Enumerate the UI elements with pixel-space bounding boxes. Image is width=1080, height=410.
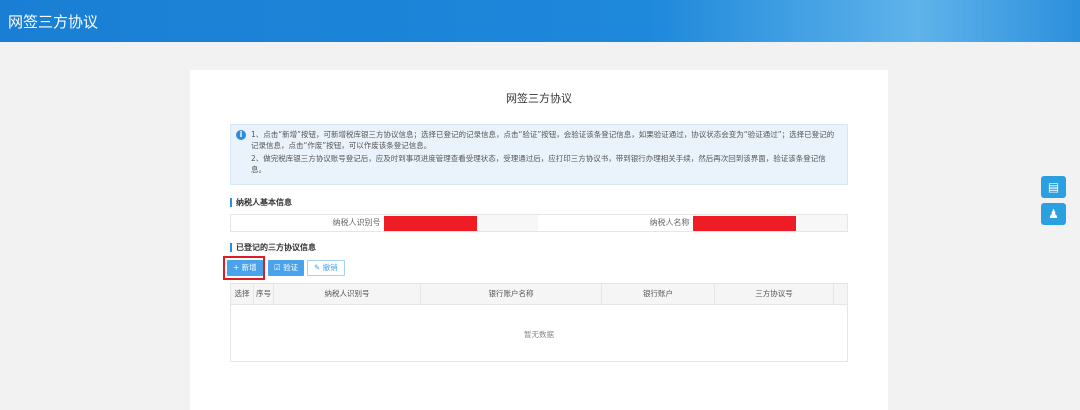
section-heading-registered: 已登记的三方协议信息	[230, 243, 316, 252]
notice-line-2: 2、做完税库银三方协议账号登记后，应及时到事项进度管理查看受理状态，受理通过后，…	[251, 154, 826, 174]
redaction	[383, 216, 477, 231]
header: 网签三方协议	[0, 0, 1080, 42]
notice-line-1: 1、点击“新增”按钮，可新增税库银三方协议信息；选择已登记的记录信息，点击“验证…	[251, 130, 835, 150]
col-account-name: 银行账户名称	[421, 284, 602, 304]
table-header: 选择 序号 纳税人识别号 银行账户名称 银行账户 三方协议号	[231, 284, 847, 305]
page-title: 网签三方协议	[506, 92, 572, 105]
col-taxid: 纳税人识别号	[274, 284, 421, 304]
add-button[interactable]: + 新增	[227, 260, 263, 276]
taxid-label: 纳税人识别号	[231, 215, 384, 231]
empty-message: 暂无数据	[524, 330, 554, 339]
agreements-table: 选择 序号 纳税人识别号 银行账户名称 银行账户 三方协议号 暂无数据	[230, 283, 848, 362]
app-title: 网签三方协议	[8, 13, 99, 31]
col-agreement-no: 三方协议号	[715, 284, 834, 304]
col-select: 选择	[231, 284, 254, 304]
taxid-value	[383, 215, 539, 231]
section-heading-basic: 纳税人基本信息	[230, 198, 292, 207]
user-service-icon[interactable]: ♟	[1041, 203, 1066, 225]
notice-box: i 1、点击“新增”按钮，可新增税库银三方协议信息；选择已登记的记录信息，点击“…	[230, 124, 848, 185]
verify-button[interactable]: ☑ 验证	[268, 260, 305, 276]
main-card: 网签三方协议 i 1、点击“新增”按钮，可新增税库银三方协议信息；选择已登记的记…	[190, 70, 888, 410]
revoke-button[interactable]: ✎ 撤销	[307, 260, 345, 276]
col-spacer	[834, 284, 847, 304]
name-label: 纳税人名称	[538, 215, 693, 231]
redaction	[692, 216, 796, 231]
info-icon: i	[236, 130, 246, 140]
name-value	[692, 215, 848, 231]
search-document-icon[interactable]: ▤	[1041, 176, 1066, 198]
basic-info-row: 纳税人识别号 纳税人名称	[230, 214, 848, 232]
col-account: 银行账户	[602, 284, 715, 304]
col-index: 序号	[254, 284, 274, 304]
